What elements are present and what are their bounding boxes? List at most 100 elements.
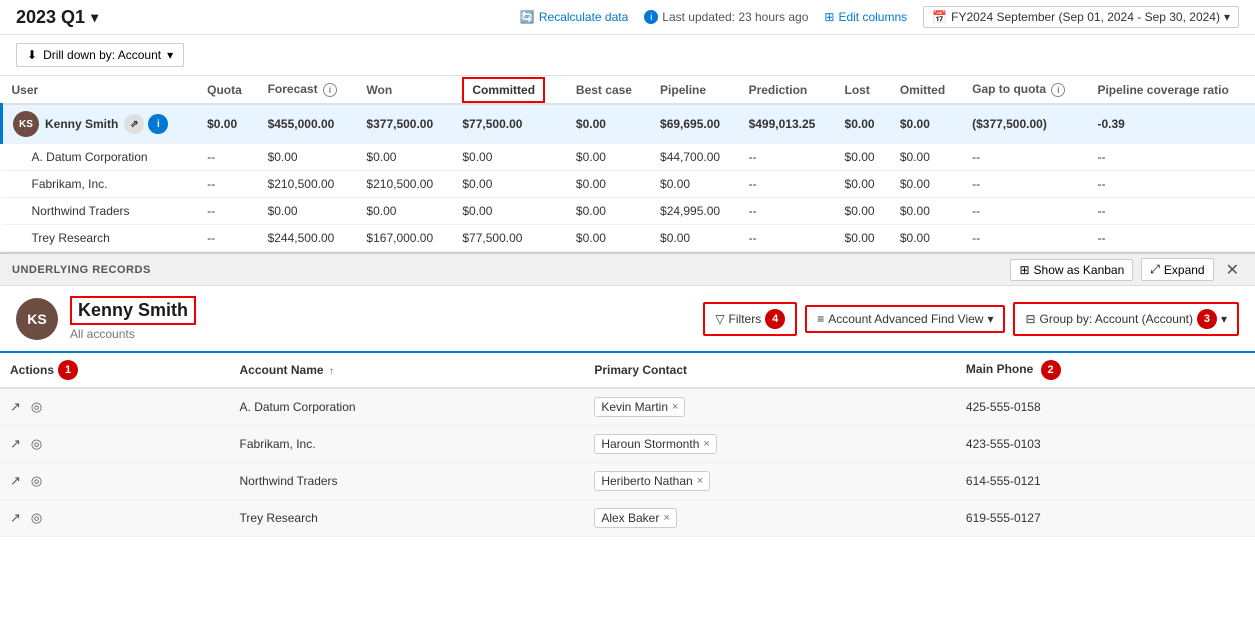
expand-button[interactable]: ⤢ Expand [1141, 258, 1213, 281]
sub-col-account: Account Name ↑ [230, 353, 585, 388]
kenny-smith-row: KS Kenny Smith ⇗ i $0.00 $455,000.00 $37… [2, 104, 1255, 144]
kenny-gap: ($377,500.00) [962, 104, 1087, 144]
open-icon-3[interactable]: ↗ [10, 510, 21, 525]
fy-period-selector[interactable]: 📅 FY2024 September (Sep 01, 2024 - Sep 3… [923, 6, 1239, 28]
col-user: User [2, 76, 198, 104]
filter-icon: ▽ [715, 312, 724, 326]
actions-badge: 1 [58, 360, 78, 380]
list-item: ↗ ◎ A. Datum Corporation Kevin Martin × … [0, 388, 1255, 426]
calendar-icon: 📅 [932, 10, 947, 24]
account-name-1: Fabrikam, Inc. [230, 426, 585, 463]
show-kanban-label: Show as Kanban [1034, 263, 1125, 277]
sort-arrow-icon: ↑ [329, 366, 334, 377]
top-bar: 2023 Q1 ▾ 🔄 Recalculate data i Last upda… [0, 0, 1255, 35]
kenny-info: Kenny Smith All accounts [70, 296, 196, 341]
kenny-omitted: $0.00 [890, 104, 962, 144]
kenny-pipeline: $69,695.00 [650, 104, 739, 144]
col-won: Won [356, 76, 452, 104]
sub-user-1: Fabrikam, Inc. [2, 171, 198, 198]
eye-icon-3[interactable]: ◎ [31, 510, 42, 525]
col-lost: Lost [835, 76, 890, 104]
remove-contact-icon-1[interactable]: × [703, 438, 709, 450]
row-actions-1: ↗ ◎ [0, 426, 230, 463]
filters-label: Filters [729, 312, 762, 326]
eye-icon-2[interactable]: ◎ [31, 473, 42, 488]
afv-label: Account Advanced Find View [828, 312, 983, 326]
remove-contact-icon-2[interactable]: × [697, 475, 703, 487]
groupby-label: Group by: Account (Account) [1040, 312, 1193, 326]
eye-icon-1[interactable]: ◎ [31, 436, 42, 451]
recalculate-label: Recalculate data [539, 10, 628, 24]
account-name-3: Trey Research [230, 500, 585, 537]
show-kanban-button[interactable]: ⊞ Show as Kanban [1010, 259, 1133, 281]
forecast-info-icon[interactable]: i [323, 83, 337, 97]
table-row: A. Datum Corporation -- $0.00 $0.00 $0.0… [2, 144, 1255, 171]
contact-tag-0: Kevin Martin × [594, 397, 685, 417]
kenny-action-icons: ⇗ i [124, 114, 168, 134]
drill-chevron: ▾ [167, 48, 173, 62]
open-icon-0[interactable]: ↗ [10, 399, 21, 414]
list-item: ↗ ◎ Trey Research Alex Baker × 619-555-0… [0, 500, 1255, 537]
contact-tag-1: Haroun Stormonth × [594, 434, 717, 454]
kenny-section-subtitle: All accounts [70, 327, 196, 341]
row-actions-3: ↗ ◎ [0, 500, 230, 537]
open-icon-1[interactable]: ↗ [10, 436, 21, 451]
primary-contact-1: Haroun Stormonth × [584, 426, 956, 463]
eye-icon-0[interactable]: ◎ [31, 399, 42, 414]
kenny-user-cell: KS Kenny Smith ⇗ i [2, 104, 198, 144]
kenny-avatar: KS [13, 111, 39, 137]
contact-tag-2: Heriberto Nathan × [594, 471, 710, 491]
underlying-records-panel: UNDERLYING RECORDS ⊞ Show as Kanban ⤢ Ex… [0, 252, 1255, 537]
underlying-records-header: UNDERLYING RECORDS ⊞ Show as Kanban ⤢ Ex… [0, 254, 1255, 286]
list-item: ↗ ◎ Northwind Traders Heriberto Nathan ×… [0, 463, 1255, 500]
fy-period-label: FY2024 September (Sep 01, 2024 - Sep 30,… [951, 10, 1220, 24]
kenny-committed: $77,500.00 [452, 104, 566, 144]
sub-user-0: A. Datum Corporation [2, 144, 198, 171]
gap-info-icon[interactable]: i [1051, 83, 1065, 97]
row-actions-2: ↗ ◎ [0, 463, 230, 500]
col-committed: Committed [452, 76, 566, 104]
recalculate-button[interactable]: 🔄 Recalculate data [520, 10, 628, 24]
last-updated-info: i Last updated: 23 hours ago [644, 10, 808, 24]
remove-contact-icon-0[interactable]: × [672, 401, 678, 413]
sub-col-contact: Primary Contact [584, 353, 956, 388]
main-phone-0: 425-555-0158 [956, 388, 1255, 426]
accounts-table: Actions 1 Account Name ↑ Primary Contact… [0, 353, 1255, 537]
primary-contact-2: Heriberto Nathan × [584, 463, 956, 500]
kenny-info-icon[interactable]: i [148, 114, 168, 134]
committed-header-box: Committed [462, 77, 545, 103]
edit-columns-button[interactable]: ⊞ Edit columns [824, 10, 907, 24]
close-button[interactable]: ✕ [1222, 260, 1243, 280]
kenny-lost: $0.00 [835, 104, 890, 144]
period-selector[interactable]: 2023 Q1 ▾ [16, 7, 98, 28]
fy-chevron-icon: ▾ [1224, 10, 1230, 24]
edit-columns-icon: ⊞ [824, 10, 834, 24]
underlying-title: UNDERLYING RECORDS [12, 264, 151, 276]
sub-user-3: Trey Research [2, 225, 198, 252]
kenny-bestcase: $0.00 [566, 104, 650, 144]
afv-chevron: ▾ [987, 312, 993, 326]
kenny-section-left: KS Kenny Smith All accounts [16, 296, 196, 341]
table-row: Trey Research -- $244,500.00 $167,000.00… [2, 225, 1255, 252]
row-actions-0: ↗ ◎ [0, 388, 230, 426]
afv-icon: ≡ [817, 312, 824, 326]
contact-tag-3: Alex Baker × [594, 508, 676, 528]
col-pipeline: Pipeline [650, 76, 739, 104]
afv-button[interactable]: ≡ Account Advanced Find View ▾ [805, 305, 1005, 333]
top-bar-actions: 🔄 Recalculate data i Last updated: 23 ho… [520, 6, 1239, 28]
kenny-won: $377,500.00 [356, 104, 452, 144]
phone-badge: 2 [1041, 360, 1061, 380]
remove-contact-icon-3[interactable]: × [663, 512, 669, 524]
groupby-icon: ⊟ [1025, 312, 1035, 326]
period-chevron: ▾ [91, 9, 98, 26]
filters-badge: 4 [765, 309, 785, 329]
filters-button[interactable]: ▽ Filters 4 [703, 302, 797, 336]
drill-icon: ⬇ [27, 48, 37, 62]
open-icon-2[interactable]: ↗ [10, 473, 21, 488]
groupby-chevron: ▾ [1221, 312, 1227, 326]
group-by-button[interactable]: ⊟ Group by: Account (Account) 3 ▾ [1013, 302, 1239, 336]
sub-user-2: Northwind Traders [2, 198, 198, 225]
kenny-share-icon[interactable]: ⇗ [124, 114, 144, 134]
col-forecast: Forecast i [258, 76, 357, 104]
drill-down-button[interactable]: ⬇ Drill down by: Account ▾ [16, 43, 184, 67]
